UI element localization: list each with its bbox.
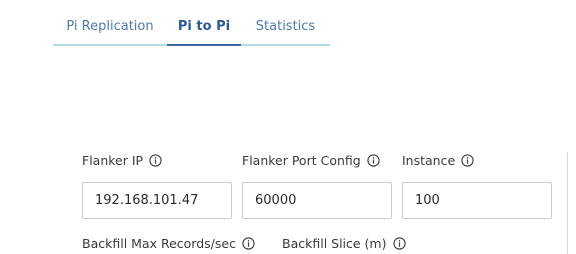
tab-bar: Pi Replication Pi to Pi Statistics: [53, 8, 330, 46]
flanker-port-config-field[interactable]: 60000: [242, 182, 392, 219]
info-icon[interactable]: [461, 154, 474, 167]
tab-pi-to-pi[interactable]: Pi to Pi: [167, 8, 241, 46]
flanker-ip-field[interactable]: 192.168.101.47: [82, 182, 232, 219]
flanker-ip-label-group: Flanker IP: [82, 153, 162, 168]
instance-label: Instance: [402, 153, 456, 168]
flanker-port-config-label: Flanker Port Config: [242, 153, 361, 168]
backfill-slice-label-group: Backfill Slice (m): [282, 236, 406, 251]
pi-to-pi-settings-page: Pi Replication Pi to Pi Statistics Flank…: [0, 0, 576, 254]
backfill-max-records-label-group: Backfill Max Records/sec: [82, 236, 255, 251]
backfill-max-records-label: Backfill Max Records/sec: [82, 236, 236, 251]
backfill-slice-label: Backfill Slice (m): [282, 236, 387, 251]
instance-field[interactable]: 100: [402, 182, 552, 219]
instance-label-group: Instance: [402, 153, 474, 168]
info-icon[interactable]: [242, 237, 255, 250]
tab-pi-replication[interactable]: Pi Replication: [53, 8, 167, 46]
info-icon[interactable]: [367, 154, 380, 167]
flanker-ip-label: Flanker IP: [82, 153, 144, 168]
tab-statistics[interactable]: Statistics: [241, 8, 330, 46]
info-icon[interactable]: [392, 237, 406, 250]
panel-divider: [567, 152, 568, 254]
info-icon[interactable]: [149, 154, 162, 167]
flanker-port-config-label-group: Flanker Port Config: [242, 153, 380, 168]
